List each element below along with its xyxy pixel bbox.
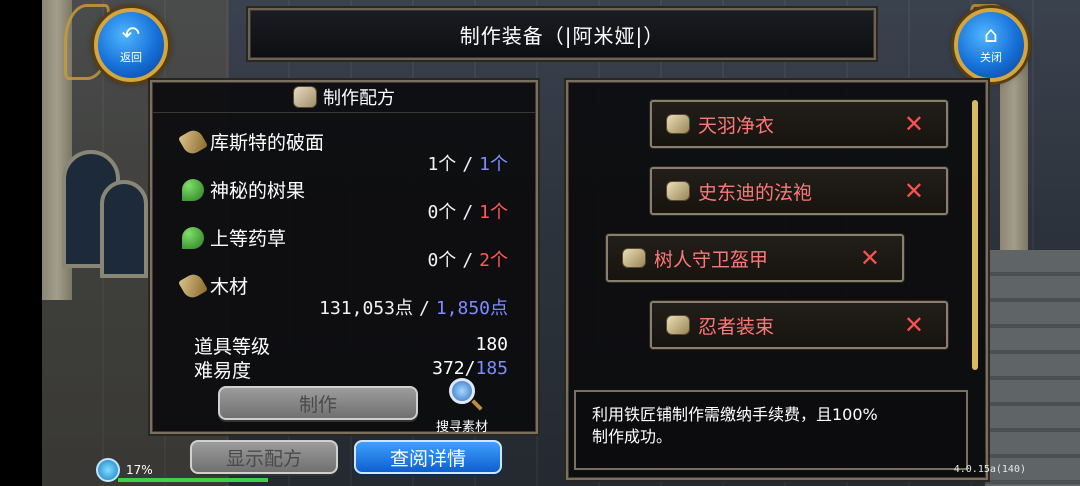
unavailable-x-icon: ✕ xyxy=(859,244,880,272)
material-count-separator: / xyxy=(462,202,474,223)
unavailable-x-icon: ✕ xyxy=(903,177,924,205)
difficulty-required: 185 xyxy=(475,358,508,379)
material-count-separator: / xyxy=(418,298,430,319)
version-label: 4.0.15a(140) xyxy=(953,464,1026,475)
material-count: 0个/1个 xyxy=(427,198,508,224)
material-have: 0个 xyxy=(427,202,457,223)
item-level-label: 道具等级 xyxy=(194,336,271,358)
craft-button[interactable]: 制作 xyxy=(218,386,418,420)
close-button[interactable]: ⌂ 关闭 xyxy=(954,8,1028,82)
background-window xyxy=(100,180,148,278)
view-details-button[interactable]: 查阅详情 xyxy=(354,440,502,474)
material-name: 神秘的树果 xyxy=(210,180,306,202)
info-message-box: 利用铁匠铺制作需缴纳手续费，且100% 制作成功。 xyxy=(574,390,968,470)
scroll-icon xyxy=(177,126,209,157)
material-have: 131,053点 xyxy=(319,298,413,319)
equipment-name: 史东迪的法袍 xyxy=(698,181,813,204)
info-message-line: 利用铁匠铺制作需缴纳手续费，且100% xyxy=(592,405,878,424)
recipe-panel-header: 制作配方 xyxy=(152,82,536,113)
show-recipe-button[interactable]: 显示配方 xyxy=(190,440,338,474)
material-name: 库斯特的破面 xyxy=(210,132,325,154)
material-need: 2个 xyxy=(479,250,508,271)
recipe-icon xyxy=(293,86,317,108)
equipment-list-item[interactable]: 天羽净衣 ✕ xyxy=(650,100,948,148)
scroll-icon xyxy=(177,270,209,301)
difficulty-current: 372/ xyxy=(432,358,476,379)
unavailable-x-icon: ✕ xyxy=(903,311,924,339)
leaf-icon xyxy=(182,178,204,201)
close-button-label: 关闭 xyxy=(980,51,1002,64)
back-arrow-icon: ↶ xyxy=(121,23,141,48)
recipe-icon xyxy=(666,181,690,201)
background-stairs xyxy=(985,250,1080,486)
material-row: 木材 xyxy=(177,270,249,301)
recipe-icon xyxy=(666,114,690,134)
equipment-list-item[interactable]: 史东迪的法袍 ✕ xyxy=(650,167,948,215)
recipe-panel-title: 制作配方 xyxy=(323,88,395,109)
material-count-separator: / xyxy=(462,154,474,175)
battery-percent: 17% xyxy=(126,463,153,477)
equipment-list-item-selected[interactable]: 树人守卫盔甲 ✕ xyxy=(606,234,904,282)
material-row: 库斯特的破面 xyxy=(177,126,325,157)
material-row: 上等药草 xyxy=(182,224,286,251)
material-need: 1个 xyxy=(479,154,508,175)
material-count: 131,053点/1,850点 xyxy=(319,294,508,320)
unavailable-x-icon: ✕ xyxy=(903,110,924,138)
material-need: 1,850点 xyxy=(435,298,508,319)
home-icon: ⌂ xyxy=(984,23,998,48)
material-count-separator: / xyxy=(462,250,474,271)
material-have: 0个 xyxy=(427,250,457,271)
equipment-name: 树人守卫盔甲 xyxy=(654,248,769,271)
difficulty-label: 难易度 xyxy=(194,360,252,382)
material-have: 1个 xyxy=(427,154,457,175)
material-name: 木材 xyxy=(210,276,249,298)
back-button[interactable]: ↶ 返回 xyxy=(94,8,168,82)
info-message-line: 制作成功。 xyxy=(592,427,673,446)
screen-edge xyxy=(0,0,42,486)
material-count: 0个/2个 xyxy=(427,246,508,272)
item-level-value: 180 xyxy=(475,334,508,355)
progress-bar xyxy=(118,478,268,482)
window-title: 制作装备（|阿米娅|） xyxy=(459,23,665,48)
recipe-icon xyxy=(622,248,646,268)
recipe-panel: 制作配方 库斯特的破面 1个/1个 神秘的树果 0个/1个 上等药草 0个/2个… xyxy=(150,80,538,435)
back-button-label: 返回 xyxy=(120,51,142,64)
leaf-icon xyxy=(182,226,204,249)
material-row: 神秘的树果 xyxy=(182,176,305,203)
battery-icon xyxy=(96,458,120,482)
equipment-name: 天羽净衣 xyxy=(698,114,775,137)
equipment-name: 忍者装束 xyxy=(698,315,775,338)
search-materials-label: 搜寻素材 xyxy=(436,420,489,435)
material-need: 1个 xyxy=(479,202,508,223)
search-materials-button[interactable]: 搜寻素材 xyxy=(436,378,488,435)
difficulty-value: 372/185 xyxy=(432,358,508,379)
material-name: 上等药草 xyxy=(210,228,287,250)
equipment-list-item[interactable]: 忍者装束 ✕ xyxy=(650,301,948,349)
material-count: 1个/1个 xyxy=(427,150,508,176)
list-scrollbar[interactable] xyxy=(972,100,978,370)
window-title-bar: 制作装备（|阿米娅|） xyxy=(248,8,876,60)
magnifier-icon xyxy=(449,378,475,404)
recipe-icon xyxy=(666,315,690,335)
